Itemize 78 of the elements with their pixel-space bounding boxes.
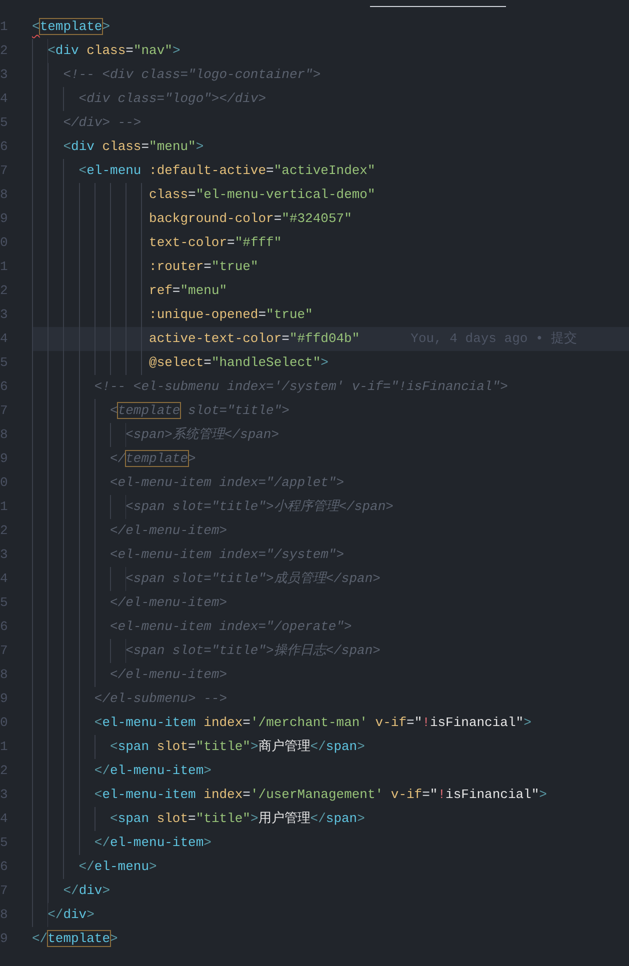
line-number: 1: [0, 498, 8, 516]
code-line: text-color="#fff": [149, 234, 282, 252]
code-line: </el-menu-item>: [94, 834, 212, 852]
line-number: 3: [0, 786, 8, 804]
code-line: </div> -->: [63, 114, 142, 132]
code-line: <el-menu-item index="/operate">: [110, 618, 352, 636]
code-line: class="el-menu-vertical-demo": [149, 186, 376, 204]
code-line: </el-submenu> -->: [94, 690, 228, 708]
line-number: 7: [0, 402, 8, 420]
line-number: 8: [0, 666, 8, 684]
code-line: active-text-color="#ffd04b": [149, 330, 360, 348]
line-number: 9: [0, 690, 8, 708]
line-number: 7: [0, 642, 8, 660]
line-number: 9: [0, 930, 8, 948]
line-number: 0: [0, 234, 8, 252]
code-line: <!-- <div class="logo-container">: [63, 66, 321, 84]
line-number: 6: [0, 138, 8, 156]
code-line: @select="handleSelect">: [149, 354, 328, 372]
code-line: </el-menu-item>: [110, 522, 228, 540]
line-number: 0: [0, 474, 8, 492]
line-number: 9: [0, 210, 8, 228]
line-number: 3: [0, 306, 8, 324]
line-number: 6: [0, 618, 8, 636]
code-line: <span slot="title">成员管理</span>: [126, 570, 380, 588]
line-number: 5: [0, 354, 8, 372]
line-number: 6: [0, 858, 8, 876]
line-number: 5: [0, 594, 8, 612]
line-number: 4: [0, 570, 8, 588]
code-line: <el-menu-item index="/applet">: [110, 474, 344, 492]
code-line: <span slot="title">小程序管理</span>: [126, 498, 394, 516]
line-number: 1: [0, 258, 8, 276]
code-line: </div>: [48, 906, 94, 924]
line-number: 5: [0, 834, 8, 852]
code-line: <el-menu-item index='/userManagement' v-if="!isFinancial">: [94, 786, 547, 804]
code-line: </el-menu-item>: [110, 594, 228, 612]
code-line: <el-menu-item index='/merchant-man' v-if="!isFinancial">: [94, 714, 532, 732]
code-line: :router="true": [149, 258, 258, 276]
line-number: 6: [0, 378, 8, 396]
line-number: 3: [0, 66, 8, 84]
code-line: ref="menu": [149, 282, 228, 300]
line-number: 0: [0, 714, 8, 732]
code-line: <span slot="title">商户管理</span>: [110, 738, 365, 756]
code-line: <span>系统管理</span>: [126, 426, 280, 444]
code-line: :unique-opened="true": [149, 306, 313, 324]
line-number: 4: [0, 810, 8, 828]
code-line: <!-- <el-submenu index='/system' v-if="!isFinancial">: [94, 378, 508, 396]
line-number: 9: [0, 450, 8, 468]
line-number: 1: [0, 738, 8, 756]
code-line: </el-menu-item>: [94, 762, 212, 780]
code-line: <template>: [32, 18, 110, 36]
code-line: </template>: [32, 930, 118, 948]
code-line: <span slot="title">用户管理</span>: [110, 810, 365, 828]
line-number: 1: [0, 18, 8, 36]
code-line: </template>: [110, 450, 196, 468]
code-line: <template slot="title">: [110, 402, 290, 420]
code-line: background-color="#324057": [149, 210, 352, 228]
line-number: 8: [0, 426, 8, 444]
code-line: <el-menu-item index="/system">: [110, 546, 344, 564]
line-number: 7: [0, 162, 8, 180]
code-line: <div class="menu">: [63, 138, 204, 156]
line-number: 2: [0, 42, 8, 60]
code-line: </el-menu-item>: [110, 666, 228, 684]
line-number: 8: [0, 906, 8, 924]
code-line: </div>: [63, 882, 110, 900]
code-line: <div class="logo"></div>: [78, 90, 266, 108]
code-line: <div class="nav">: [48, 42, 180, 60]
code-line: <span slot="title">操作日志</span>: [126, 642, 380, 660]
line-number: 4: [0, 330, 8, 348]
line-number: 5: [0, 114, 8, 132]
line-number: 2: [0, 522, 8, 540]
line-number: 2: [0, 282, 8, 300]
line-number: 8: [0, 186, 8, 204]
line-number: 4: [0, 90, 8, 108]
line-number: 7: [0, 882, 8, 900]
code-line: </el-menu>: [78, 858, 157, 876]
line-number: 3: [0, 546, 8, 564]
code-line: <el-menu :default-active="activeIndex": [78, 162, 376, 180]
line-number: 2: [0, 762, 8, 780]
